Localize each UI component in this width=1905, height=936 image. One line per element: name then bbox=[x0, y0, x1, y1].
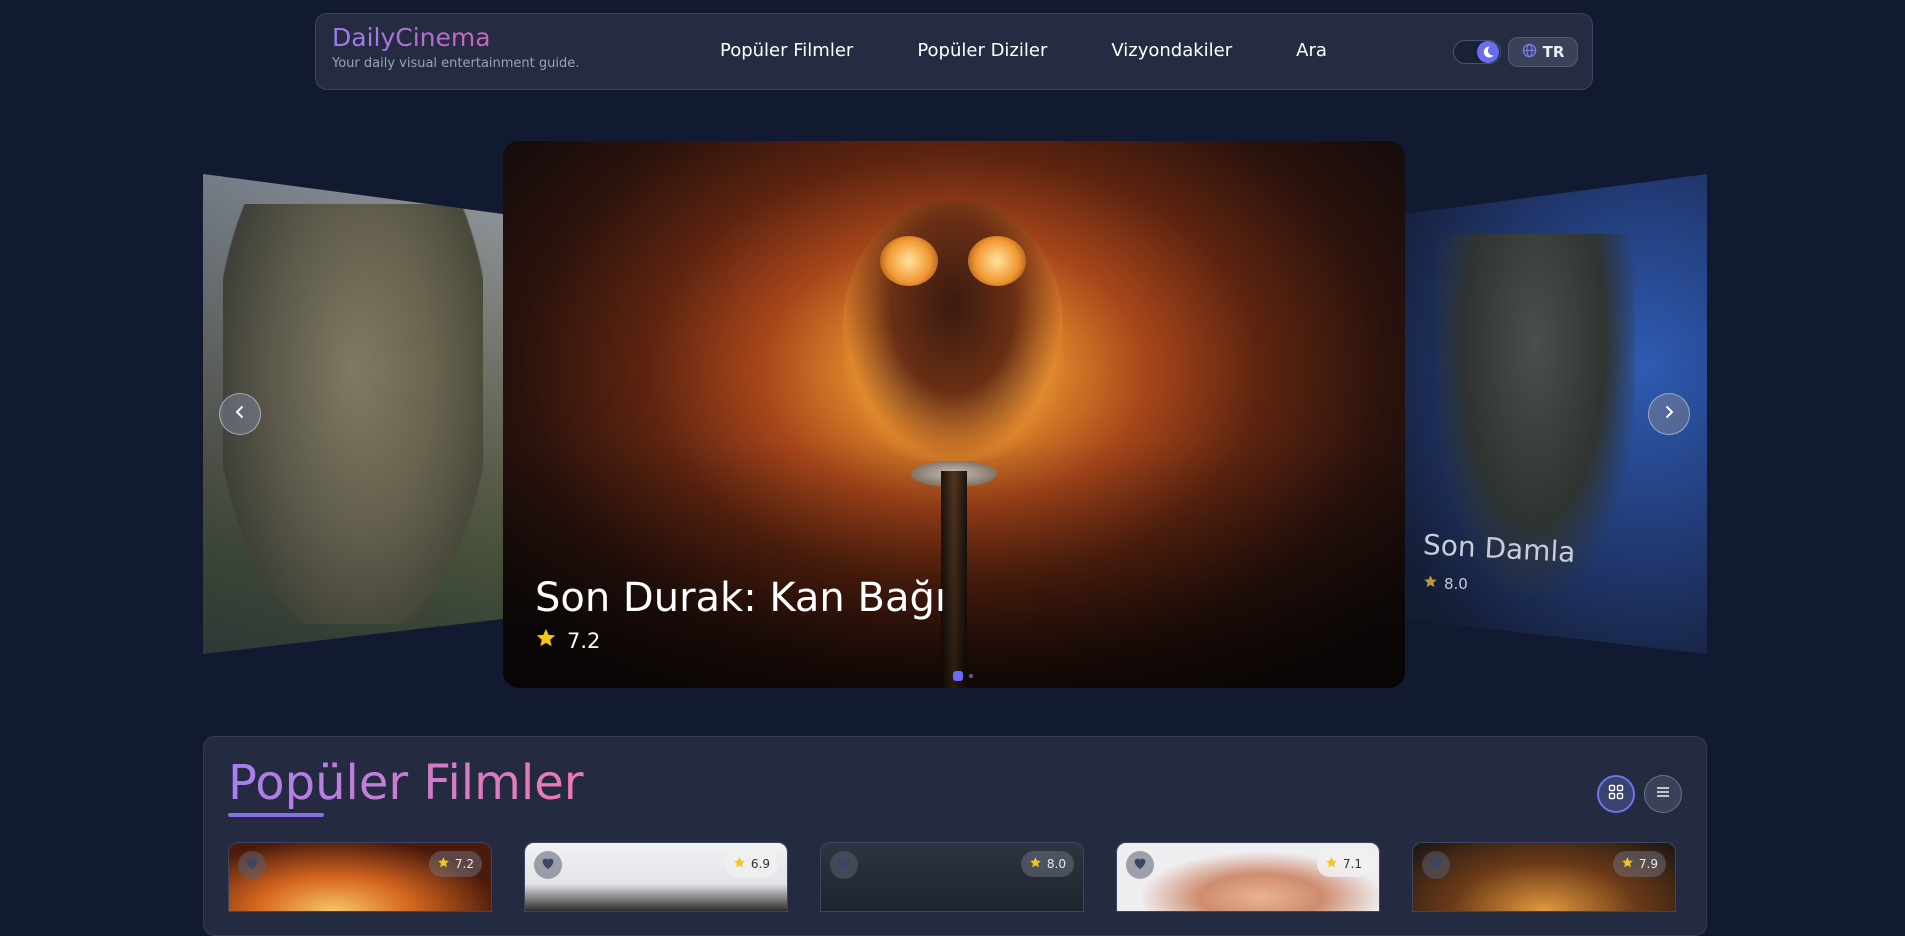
heart-icon bbox=[836, 855, 852, 875]
rating-badge: 7.1 bbox=[1316, 851, 1370, 877]
rating-badge: 8.0 bbox=[1020, 851, 1074, 877]
rating-badge: 7.9 bbox=[1612, 851, 1666, 877]
carousel-next-button[interactable] bbox=[1648, 393, 1690, 435]
favorite-button[interactable] bbox=[830, 851, 858, 879]
movie-card[interactable]: 7.1 bbox=[1116, 842, 1380, 912]
favorite-button[interactable] bbox=[1126, 851, 1154, 879]
rating-value: 7.2 bbox=[454, 857, 474, 871]
movie-card[interactable]: 6.9 bbox=[524, 842, 788, 912]
rating-badge: 7.2 bbox=[428, 851, 482, 877]
heart-icon bbox=[244, 855, 260, 875]
pagination-dot-active[interactable] bbox=[953, 671, 963, 681]
rating-value: 7.2 bbox=[567, 628, 601, 653]
carousel-pagination bbox=[953, 671, 973, 681]
chevron-right-icon bbox=[1661, 404, 1677, 424]
star-icon bbox=[733, 856, 746, 872]
hero-carousel: Son Damla 8.0 Son Durak: Kan Bağı 7.2 bbox=[0, 0, 1905, 720]
favorite-button[interactable] bbox=[534, 851, 562, 879]
carousel-prev-button[interactable] bbox=[219, 393, 261, 435]
carousel-slide-active[interactable]: Son Durak: Kan Bağı 7.2 bbox=[503, 141, 1405, 688]
next-slide-rating: 8.0 bbox=[1423, 574, 1468, 593]
heart-icon bbox=[540, 855, 556, 875]
list-icon bbox=[1655, 784, 1671, 804]
star-icon bbox=[1029, 856, 1042, 872]
active-slide-title: Son Durak: Kan Bağı bbox=[535, 575, 946, 621]
rating-value: 8.0 bbox=[1444, 574, 1468, 593]
slide-image bbox=[223, 204, 483, 624]
grid-view-button[interactable] bbox=[1597, 775, 1635, 813]
movie-card[interactable]: 7.2 bbox=[228, 842, 492, 912]
rating-value: 6.9 bbox=[750, 857, 770, 871]
favorite-button[interactable] bbox=[238, 851, 266, 879]
grid-icon bbox=[1608, 784, 1624, 804]
rating-badge: 6.9 bbox=[724, 851, 778, 877]
movie-grid: 7.2 6.9 8.0 7.1 7.9 bbox=[228, 842, 1676, 912]
chevron-left-icon bbox=[232, 404, 248, 424]
star-icon bbox=[1621, 856, 1634, 872]
heart-icon bbox=[1132, 855, 1148, 875]
popular-movies-section: Popüler Filmler 7.2 6.9 8.0 7.1 7.9 bbox=[203, 736, 1707, 936]
heart-icon bbox=[1428, 855, 1444, 875]
active-slide-rating: 7.2 bbox=[535, 627, 600, 654]
movie-card[interactable]: 7.9 bbox=[1412, 842, 1676, 912]
rating-value: 7.1 bbox=[1342, 857, 1362, 871]
movie-card[interactable]: 8.0 bbox=[820, 842, 1084, 912]
star-icon bbox=[1423, 574, 1438, 593]
section-title: Popüler Filmler bbox=[228, 755, 584, 811]
title-underline bbox=[228, 813, 324, 817]
rating-value: 8.0 bbox=[1046, 857, 1066, 871]
star-icon bbox=[437, 856, 450, 872]
list-view-button[interactable] bbox=[1644, 775, 1682, 813]
star-icon bbox=[1325, 856, 1338, 872]
star-icon bbox=[535, 627, 557, 654]
favorite-button[interactable] bbox=[1422, 851, 1450, 879]
rating-value: 7.9 bbox=[1638, 857, 1658, 871]
pagination-dot[interactable] bbox=[969, 674, 973, 678]
